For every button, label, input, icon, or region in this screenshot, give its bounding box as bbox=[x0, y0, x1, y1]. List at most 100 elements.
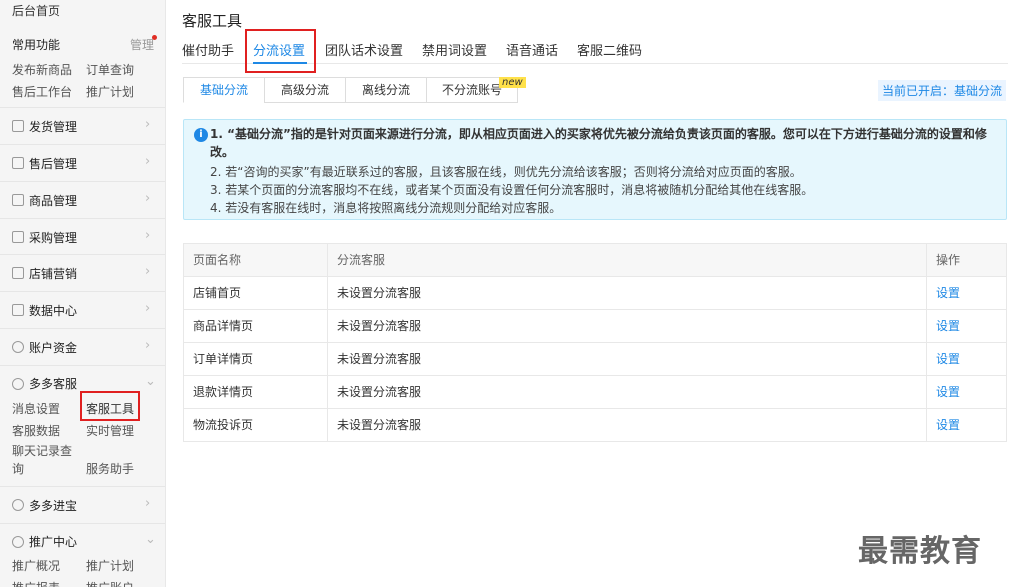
sidebar-item-label: 店铺营销 bbox=[29, 267, 78, 281]
main-content: 客服工具 催付助手 分流设置 团队话术设置 禁用词设置 语音通话 客服二维码 基… bbox=[182, 0, 1008, 587]
info-line-3: 3. 若某个页面的分流客服均不在线，或者某个页面没有设置任何分流客服时，消息将被… bbox=[210, 183, 814, 197]
chevron-right-icon: › bbox=[145, 338, 151, 353]
header-action: 操作 bbox=[936, 253, 961, 267]
link-promo-overview[interactable]: 推广概况 bbox=[12, 557, 60, 574]
tab-banned-words[interactable]: 禁用词设置 bbox=[422, 40, 487, 59]
sidebar-item-purchase[interactable]: 采购管理 › bbox=[0, 218, 165, 254]
sidebar-item-funds[interactable]: 账户资金 › bbox=[0, 328, 165, 364]
table-row: 商品详情页 未设置分流客服 设置 bbox=[184, 309, 1006, 342]
table-header: 页面名称 分流客服 操作 bbox=[184, 244, 1006, 276]
cell-agent: 未设置分流客服 bbox=[328, 376, 927, 408]
purchase-icon bbox=[12, 231, 24, 243]
table-row: 退款详情页 未设置分流客服 设置 bbox=[184, 375, 1006, 408]
sidebar-group-promotion: 推广中心 ⌄ 推广概况 推广计划 推广报表 推广账户 bbox=[0, 523, 165, 587]
chevron-right-icon: › bbox=[145, 154, 151, 169]
new-badge: new bbox=[499, 77, 526, 88]
link-realtime-management[interactable]: 实时管理 bbox=[86, 422, 134, 439]
sidebar-item-data[interactable]: 数据中心 › bbox=[0, 291, 165, 327]
settings-link[interactable]: 设置 bbox=[927, 409, 1007, 441]
sidebar-group-title[interactable]: 推广中心 bbox=[29, 533, 77, 550]
chevron-right-icon: › bbox=[145, 301, 151, 316]
link-promo-account[interactable]: 推广账户 bbox=[86, 579, 134, 587]
link-chat-history-cont[interactable]: 询 bbox=[12, 460, 24, 477]
page-title: 客服工具 bbox=[182, 12, 243, 30]
current-status: 当前已开启：基础分流 bbox=[877, 80, 1006, 101]
sidebar-item-products[interactable]: 商品管理 › bbox=[0, 181, 165, 217]
cell-agent: 未设置分流客服 bbox=[328, 343, 927, 375]
product-icon bbox=[12, 194, 24, 206]
sidebar-group-title[interactable]: 多多客服 bbox=[29, 375, 77, 392]
highlight-cs-tools bbox=[80, 391, 140, 421]
cell-page: 订单详情页 bbox=[184, 343, 328, 375]
distribution-table: 页面名称 分流客服 操作 店铺首页 未设置分流客服 设置 商品详情页 未设置分流… bbox=[183, 243, 1007, 442]
sidebar-item-jinbao[interactable]: 多多进宝 › bbox=[0, 486, 165, 522]
table-row: 订单详情页 未设置分流客服 设置 bbox=[184, 342, 1006, 375]
subtab-offline[interactable]: 离线分流 bbox=[345, 77, 427, 103]
manage-link[interactable]: 管理 bbox=[130, 36, 154, 53]
sidebar-item-label: 账户资金 bbox=[29, 341, 78, 355]
subtab-advanced[interactable]: 高级分流 bbox=[264, 77, 346, 103]
cell-agent: 未设置分流客服 bbox=[328, 409, 927, 441]
link-aftersale-workbench[interactable]: 售后工作台 bbox=[12, 83, 72, 100]
sidebar: 后台首页 常用功能 管理 发布新商品 订单查询 售后工作台 推广计划 发货管理 … bbox=[0, 0, 166, 587]
highlight-distribution-tab bbox=[245, 29, 316, 73]
settings-link[interactable]: 设置 bbox=[927, 343, 1007, 375]
header-agent: 分流客服 bbox=[328, 244, 927, 276]
sidebar-item-label: 售后管理 bbox=[29, 157, 78, 171]
table-row: 物流投诉页 未设置分流客服 设置 bbox=[184, 408, 1006, 441]
subtab-basic[interactable]: 基础分流 bbox=[183, 77, 265, 103]
chevron-right-icon: › bbox=[145, 496, 151, 511]
sidebar-item-label: 发货管理 bbox=[29, 120, 78, 134]
cell-page: 物流投诉页 bbox=[184, 409, 328, 441]
info-line-4: 4. 若没有客服在线时，消息将按照离线分流规则分配给对应客服。 bbox=[210, 201, 562, 215]
tab-voice-call[interactable]: 语音通话 bbox=[506, 40, 558, 59]
chevron-right-icon: › bbox=[145, 191, 151, 206]
coin-icon bbox=[12, 499, 24, 511]
sidebar-item-aftersale[interactable]: 售后管理 › bbox=[0, 144, 165, 180]
link-publish-product[interactable]: 发布新商品 bbox=[12, 61, 72, 78]
chevron-right-icon: › bbox=[145, 117, 151, 132]
chevron-down-icon[interactable]: ⌄ bbox=[145, 374, 156, 389]
tab-cs-qrcode[interactable]: 客服二维码 bbox=[577, 40, 642, 59]
table-row: 店铺首页 未设置分流客服 设置 bbox=[184, 276, 1006, 309]
tab-payment-reminder[interactable]: 催付助手 bbox=[182, 40, 234, 59]
share-icon bbox=[12, 536, 24, 548]
shield-icon bbox=[12, 157, 24, 169]
chevron-right-icon: › bbox=[145, 228, 151, 243]
link-message-settings[interactable]: 消息设置 bbox=[12, 400, 60, 417]
shipping-icon bbox=[12, 120, 24, 132]
info-line-1: 1. “基础分流”指的是针对页面来源进行分流，即从相应页面进入的买家将优先被分流… bbox=[210, 127, 987, 159]
sidebar-group-customer-service: 多多客服 ⌄ 消息设置 客服工具 客服数据 实时管理 聊天记录查 询 服务助手 bbox=[0, 365, 165, 486]
link-order-query[interactable]: 订单查询 bbox=[86, 61, 134, 78]
sidebar-home-link[interactable]: 后台首页 bbox=[12, 2, 60, 19]
cell-page: 店铺首页 bbox=[184, 277, 328, 309]
sidebar-item-shipping[interactable]: 发货管理 › bbox=[0, 107, 165, 143]
link-cs-data[interactable]: 客服数据 bbox=[12, 422, 60, 439]
watermark-logo: 最需教育 bbox=[858, 534, 982, 569]
info-line-2: 2. 若“咨询的买家”有最近联系过的客服，且该客服在线，则优先分流给该客服；否则… bbox=[210, 165, 802, 179]
tab-team-scripts[interactable]: 团队话术设置 bbox=[325, 40, 403, 59]
settings-link[interactable]: 设置 bbox=[927, 310, 1007, 342]
bar-chart-icon bbox=[12, 304, 24, 316]
info-panel: i 1. “基础分流”指的是针对页面来源进行分流，即从相应页面进入的买家将优先被… bbox=[183, 119, 1007, 220]
notification-dot bbox=[152, 35, 157, 40]
link-promo-plan[interactable]: 推广计划 bbox=[86, 83, 134, 100]
link-promo-report[interactable]: 推广报表 bbox=[12, 579, 60, 587]
sidebar-item-marketing[interactable]: 店铺营销 › bbox=[0, 254, 165, 290]
cell-page: 商品详情页 bbox=[184, 310, 328, 342]
header-page-name: 页面名称 bbox=[184, 244, 328, 276]
cell-agent: 未设置分流客服 bbox=[328, 310, 927, 342]
chevron-right-icon: › bbox=[145, 264, 151, 279]
headset-icon bbox=[12, 378, 24, 390]
chevron-down-icon[interactable]: ⌄ bbox=[145, 532, 156, 547]
link-service-assistant[interactable]: 服务助手 bbox=[86, 460, 134, 477]
link-promo-plan-2[interactable]: 推广计划 bbox=[86, 557, 134, 574]
common-functions-title: 常用功能 bbox=[12, 38, 61, 52]
sidebar-item-label: 多多进宝 bbox=[29, 499, 78, 513]
sidebar-item-label: 采购管理 bbox=[29, 231, 78, 245]
sidebar-item-label: 数据中心 bbox=[29, 304, 78, 318]
link-chat-history[interactable]: 聊天记录查 bbox=[12, 442, 72, 459]
settings-link[interactable]: 设置 bbox=[927, 376, 1007, 408]
settings-link[interactable]: 设置 bbox=[927, 277, 1007, 309]
cell-agent: 未设置分流客服 bbox=[328, 277, 927, 309]
